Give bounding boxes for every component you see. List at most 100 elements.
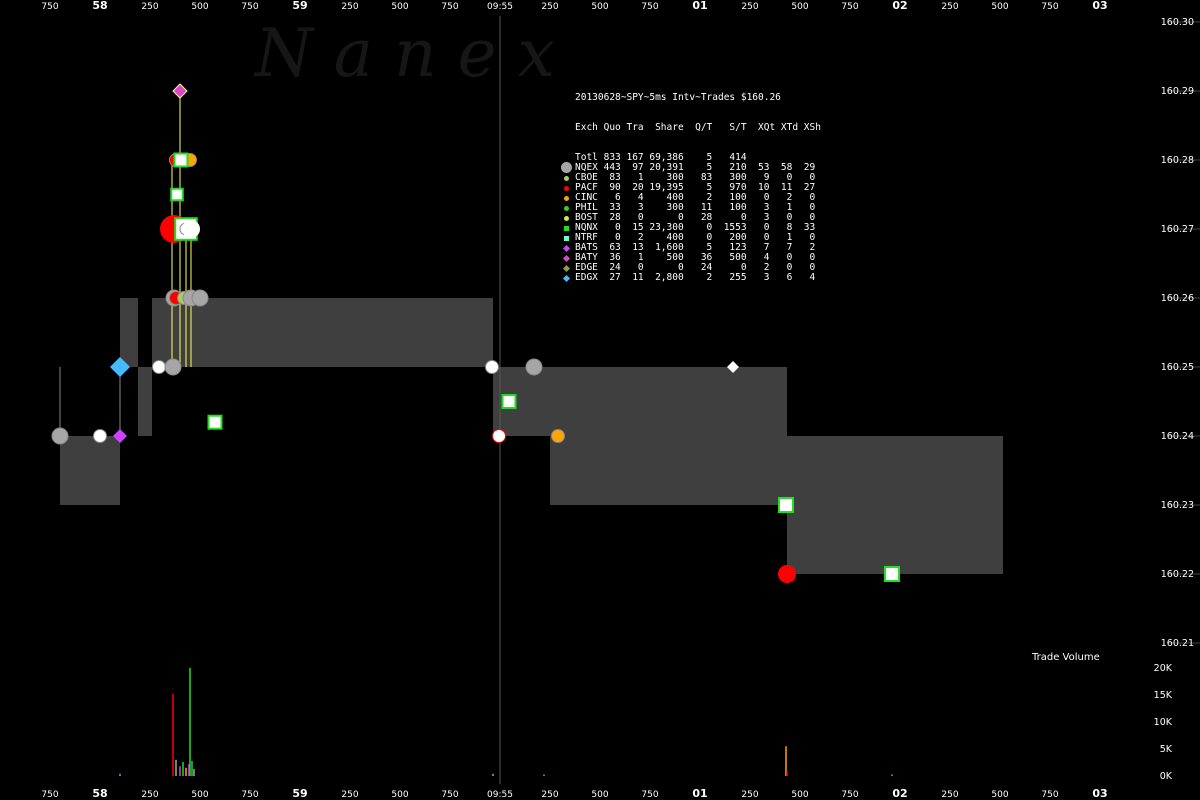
legend-marker-icon xyxy=(562,264,571,273)
legend-marker-icon xyxy=(562,254,571,263)
time-tick-label: 250 xyxy=(741,2,758,12)
time-tick-label: 500 xyxy=(791,2,808,12)
trade-square xyxy=(777,496,795,514)
volume-bars xyxy=(119,667,893,776)
volume-bar xyxy=(175,759,177,776)
price-tick-label: 160.29 xyxy=(1161,86,1194,97)
volume-bar xyxy=(193,768,195,776)
time-tick-label: 03 xyxy=(1092,787,1107,800)
nbbo-segment xyxy=(138,367,152,436)
time-tick-label: 750 xyxy=(641,2,658,12)
time-tick-label: 500 xyxy=(591,790,608,800)
nbbo-segment xyxy=(787,436,1003,574)
volume-tick-label: 15K xyxy=(1154,690,1173,701)
time-tick-label: 750 xyxy=(241,2,258,12)
volume-bar xyxy=(191,760,193,776)
volume-tick-label: 0K xyxy=(1160,771,1173,782)
trade-square xyxy=(501,394,517,409)
price-tick-label: 160.27 xyxy=(1161,224,1194,235)
time-axis-top: 750 58 250 500 750 59 250 500 750 09:55 250 500 750 0… xyxy=(41,0,1107,12)
price-tick-label: 160.30 xyxy=(1161,17,1194,28)
volume-bar xyxy=(492,773,494,776)
chart-title: 20130628~SPY~5ms Intv~Trades $160.26 xyxy=(575,92,781,103)
price-tick-label: 160.26 xyxy=(1161,293,1194,304)
time-tick-label: 250 xyxy=(541,790,558,800)
time-tick-label: 500 xyxy=(191,790,208,800)
time-tick-label: 58 xyxy=(92,0,107,12)
time-tick-label: 750 xyxy=(1041,790,1058,800)
time-tick-label: 250 xyxy=(341,2,358,12)
quote-circle xyxy=(525,358,543,376)
legend-marker-icon xyxy=(561,162,572,173)
time-tick-label: 500 xyxy=(791,790,808,800)
time-tick-label: 250 xyxy=(141,2,158,12)
exchange-legend: 20130628~SPY~5ms Intv~Trades $160.26 Exc… xyxy=(561,73,821,293)
volume-tick-label: 10K xyxy=(1154,717,1173,728)
quote-circle xyxy=(93,429,107,443)
time-tick-label: 250 xyxy=(541,2,558,12)
time-tick-label: 03 xyxy=(1092,0,1107,12)
time-tick-label: 09:55 xyxy=(487,790,513,800)
price-tick-label: 160.22 xyxy=(1161,569,1194,580)
trade-square xyxy=(883,565,901,583)
volume-bar xyxy=(189,667,191,776)
price-tick-label: 160.23 xyxy=(1161,500,1194,511)
quote-circle xyxy=(191,289,209,307)
legend-marker-icon xyxy=(562,244,571,253)
price-tick-label: 160.24 xyxy=(1161,431,1194,442)
legend-marker-icon xyxy=(564,226,569,231)
trade-circle xyxy=(182,220,200,238)
trade-circle xyxy=(778,565,796,583)
time-tick-label: 750 xyxy=(441,790,458,800)
volume-title: Trade Volume xyxy=(1032,652,1100,663)
time-tick-label: 750 xyxy=(241,790,258,800)
time-tick-label: 750 xyxy=(41,2,58,12)
time-tick-label: 500 xyxy=(191,2,208,12)
time-tick-label: 500 xyxy=(991,2,1008,12)
nbbo-segment xyxy=(60,436,120,505)
legend-marker-icon xyxy=(564,206,569,211)
volume-bar xyxy=(182,761,184,776)
volume-tick-label: 5K xyxy=(1160,744,1173,755)
trade-spike-lines xyxy=(59,91,192,436)
legend-row-text: EDGX 27 11 2,800 2 255 3 6 4 xyxy=(575,272,816,283)
time-tick-label: 750 xyxy=(441,2,458,12)
volume-bar xyxy=(543,774,545,776)
time-tick-label: 02 xyxy=(892,0,907,12)
trade-square xyxy=(170,187,184,202)
time-tick-label: 250 xyxy=(941,2,958,12)
time-tick-label: 750 xyxy=(841,790,858,800)
time-tick-label: 02 xyxy=(892,787,907,800)
quote-circle xyxy=(485,360,499,374)
quote-circle xyxy=(152,360,166,374)
time-tick-label: 750 xyxy=(1041,2,1058,12)
time-tick-label: 59 xyxy=(292,787,307,800)
volume-bar xyxy=(179,766,181,776)
time-axis-bottom: 750 58 250 500 750 59 250 500 750 09:55 250 500 750 0… xyxy=(41,787,1107,800)
time-tick-label: 500 xyxy=(391,2,408,12)
time-tick-label: 250 xyxy=(741,790,758,800)
quote-circle xyxy=(51,427,69,445)
quote-circle xyxy=(164,358,182,376)
trade-diamond xyxy=(172,83,188,99)
time-tick-label: 750 xyxy=(841,2,858,12)
legend-marker-icon xyxy=(564,216,569,221)
trade-square xyxy=(207,414,223,430)
time-tick-label: 01 xyxy=(692,0,707,12)
time-tick-label: 250 xyxy=(941,790,958,800)
price-tick-label: 160.21 xyxy=(1161,638,1194,649)
time-tick-label: 250 xyxy=(341,790,358,800)
time-tick-label: 09:55 xyxy=(487,2,513,12)
time-tick-label: 58 xyxy=(92,787,107,800)
volume-bar xyxy=(786,771,788,776)
volume-bar xyxy=(172,693,174,776)
nbbo-spread-boxes xyxy=(60,298,1003,574)
time-tick-label: 01 xyxy=(692,787,707,800)
price-tick-label: 160.25 xyxy=(1161,362,1194,373)
volume-bar xyxy=(185,767,187,776)
time-tick-label: 500 xyxy=(391,790,408,800)
nanex-watermark: N a n e x xyxy=(253,15,555,92)
legend-marker-icon xyxy=(564,236,569,241)
volume-axis: 20K 15K 10K 5K 0K xyxy=(1154,663,1173,782)
legend-marker-icon xyxy=(564,186,569,191)
